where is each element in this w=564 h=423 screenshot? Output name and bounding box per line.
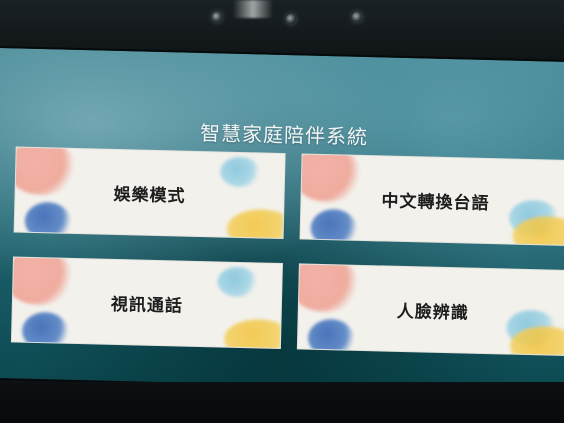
watercolor-decoration [13, 146, 77, 196]
device-bottom-bezel [0, 382, 564, 423]
tile-label: 人臉辨識 [396, 301, 470, 324]
watercolor-decoration [226, 208, 286, 240]
camera-icon [212, 12, 222, 22]
entertainment-mode-button[interactable]: 娛樂模式 [13, 146, 286, 240]
camera-icon [352, 12, 362, 22]
device-frame: 智慧家庭陪伴系統 娛樂模式 中文轉換台語 視訊通話 人臉辨識 [0, 0, 564, 423]
watercolor-decoration [21, 311, 69, 350]
watercolor-decoration [310, 208, 358, 247]
video-call-button[interactable]: 視訊通話 [10, 256, 283, 350]
tile-label: 視訊通話 [110, 294, 184, 317]
face-recognition-button[interactable]: 人臉辨識 [296, 263, 564, 356]
watercolor-decoration [24, 201, 72, 240]
chinese-to-taiwanese-button[interactable]: 中文轉換台語 [299, 153, 564, 247]
light-glare [233, 0, 273, 18]
watercolor-decoration [296, 263, 361, 313]
tile-label: 中文轉換台語 [381, 190, 490, 214]
watercolor-decoration [217, 266, 258, 298]
watercolor-decoration [299, 153, 363, 203]
camera-icon [286, 14, 296, 24]
watercolor-decoration [10, 256, 75, 306]
tile-label: 娛樂模式 [113, 184, 186, 207]
app-screen: 智慧家庭陪伴系統 娛樂模式 中文轉換台語 視訊通話 人臉辨識 [0, 47, 564, 393]
watercolor-decoration [219, 156, 261, 188]
watercolor-decoration [223, 318, 283, 350]
watercolor-decoration [307, 318, 355, 356]
